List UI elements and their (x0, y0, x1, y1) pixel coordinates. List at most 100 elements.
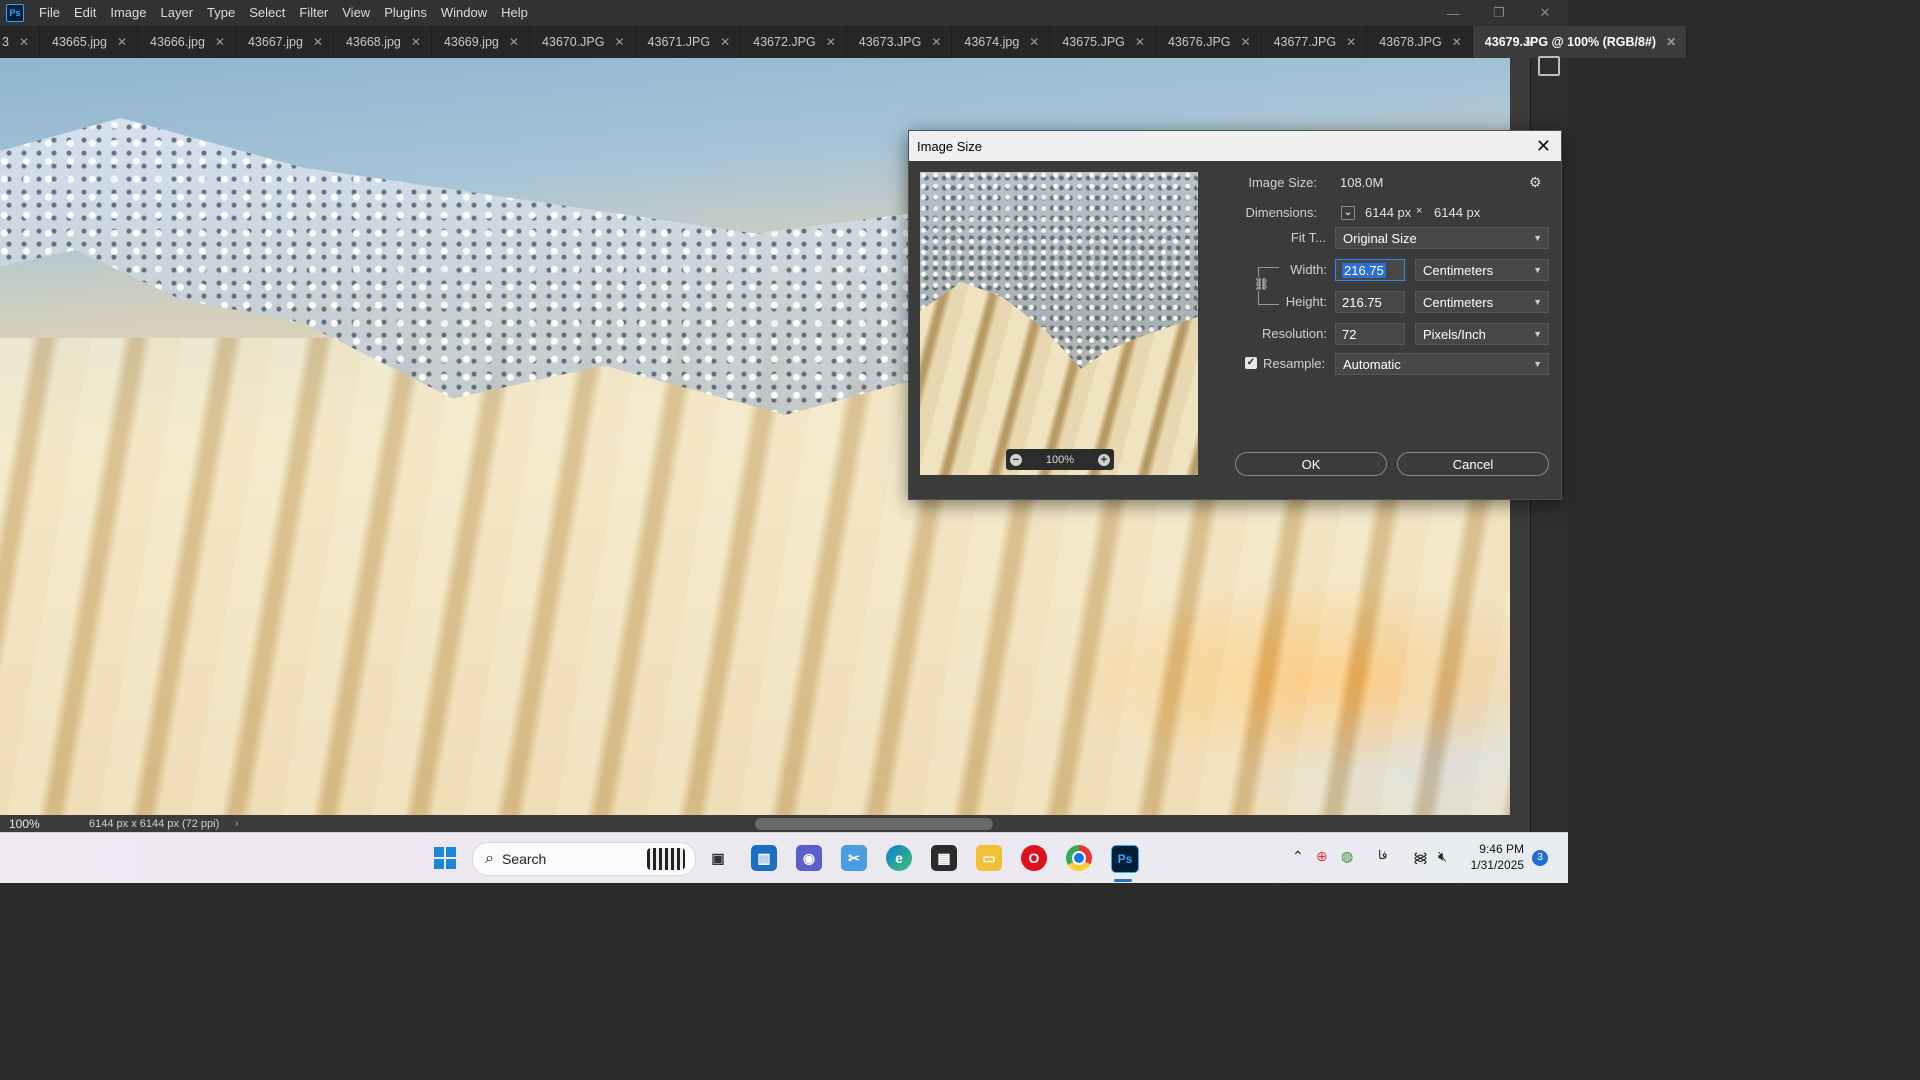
zoom-in-icon[interactable]: + (1097, 453, 1110, 466)
tab-document[interactable]: 43667.jpg ✕ (236, 26, 334, 58)
menu-help[interactable]: Help (494, 0, 535, 26)
close-icon[interactable]: ✕ (1452, 35, 1462, 49)
wifi-icon[interactable]: ᯼ (1413, 848, 1428, 867)
zoom-out-icon[interactable]: − (1010, 453, 1022, 466)
tab-document[interactable]: 43676.JPG ✕ (1156, 26, 1262, 58)
tab-document[interactable]: 43671.JPG ✕ (636, 26, 742, 58)
photoshop-taskbar-icon[interactable]: Ps (1111, 845, 1139, 873)
close-icon[interactable]: ✕ (1029, 35, 1039, 49)
menu-layer[interactable]: Layer (154, 0, 201, 26)
menu-plugins[interactable]: Plugins (377, 0, 434, 26)
menu-edit[interactable]: Edit (67, 0, 103, 26)
chrome-browser-icon[interactable] (1066, 845, 1092, 871)
menu-filter[interactable]: Filter (292, 0, 335, 26)
preview-image[interactable]: − 100% + (920, 172, 1198, 475)
height-input[interactable]: 216.75 (1335, 291, 1405, 313)
close-icon[interactable]: ✕ (931, 35, 941, 49)
tab-document[interactable]: 43670.JPG ✕ (530, 26, 636, 58)
tab-overflow-icon[interactable]: » (1524, 26, 1532, 58)
zoom-level[interactable]: 100% (0, 817, 69, 831)
task-view-icon[interactable]: ▣ (705, 845, 731, 871)
close-icon[interactable]: ✕ (1135, 35, 1145, 49)
horizontal-scrollbar-thumb[interactable] (755, 818, 993, 830)
volume-muted-icon[interactable]: 🔇︎ (1438, 848, 1447, 865)
tab-document[interactable]: 43674.jpg ✕ (952, 26, 1051, 58)
vpn-icon[interactable]: ⊕ (1316, 848, 1328, 865)
tab-label: 43670.JPG (541, 35, 605, 49)
snipping-tool-icon[interactable]: ✂ (841, 845, 867, 871)
tab-document[interactable]: 43673.JPG ✕ (847, 26, 953, 58)
tab-document[interactable]: 43672.JPG ✕ (741, 26, 847, 58)
photoshop-logo-icon[interactable]: Ps (6, 4, 24, 22)
microsoft-store-icon[interactable]: ▦ (931, 845, 957, 871)
resample-select[interactable]: Automatic ▼ (1335, 353, 1549, 375)
clock-time: 9:46 PM (1479, 842, 1524, 856)
tab-document[interactable]: 43677.JPG ✕ (1262, 26, 1368, 58)
chevron-up-icon[interactable]: ⌃ (1292, 848, 1304, 865)
width-unit-select[interactable]: Centimeters ▼ (1415, 259, 1549, 281)
close-icon[interactable]: ✕ (720, 35, 730, 49)
taskbar-search[interactable]: ⌕ Search (472, 842, 696, 876)
network-globe-icon[interactable]: ◍ (1341, 848, 1353, 865)
close-icon[interactable]: ✕ (19, 35, 29, 49)
system-clock[interactable]: 9:46 PM 1/31/2025 (1471, 841, 1524, 873)
close-icon[interactable]: ✕ (215, 35, 225, 49)
widgets-icon[interactable]: ▥ (751, 845, 777, 871)
menu-view[interactable]: View (335, 0, 377, 26)
tab-document[interactable]: 43665.jpg ✕ (40, 26, 138, 58)
menu-type[interactable]: Type (200, 0, 242, 26)
resample-value: Automatic (1343, 356, 1401, 372)
edge-browser-icon[interactable]: e (886, 845, 912, 871)
close-icon[interactable]: ✕ (117, 35, 127, 49)
minimize-icon[interactable]: — (1430, 0, 1476, 26)
menu-window[interactable]: Window (434, 0, 494, 26)
tab-document[interactable]: 43668.jpg ✕ (334, 26, 432, 58)
close-icon[interactable]: ✕ (1346, 35, 1356, 49)
tab-active-document[interactable]: 43679.JPG @ 100% (RGB/8#) ✕ (1472, 26, 1688, 58)
width-input[interactable]: 216.75 (1335, 259, 1405, 281)
close-window-icon[interactable]: ✕ (1522, 0, 1568, 26)
menu-image[interactable]: Image (103, 0, 153, 26)
close-icon[interactable]: ✕ (411, 35, 421, 49)
height-unit: Centimeters (1423, 294, 1494, 310)
close-icon[interactable]: ✕ (1666, 35, 1676, 49)
close-icon[interactable]: ✕ (1536, 135, 1551, 157)
tab-document[interactable]: 3 ✕ (0, 26, 41, 58)
close-icon[interactable]: ✕ (509, 35, 519, 49)
close-icon[interactable]: ✕ (614, 35, 624, 49)
close-icon[interactable]: ✕ (826, 35, 836, 49)
file-explorer-icon[interactable]: ▭ (976, 845, 1002, 871)
notification-badge[interactable]: 3 (1532, 850, 1548, 866)
language-indicator[interactable]: فا (1378, 848, 1387, 862)
close-icon[interactable]: ✕ (1241, 35, 1251, 49)
tab-label: 43672.JPG (753, 35, 816, 49)
close-icon[interactable]: ✕ (313, 35, 323, 49)
windows-start-icon[interactable] (432, 845, 458, 871)
zebra-search-highlight-icon (647, 848, 685, 870)
resample-checkbox[interactable]: ✓ (1245, 357, 1257, 369)
resolution-unit-select[interactable]: Pixels/Inch ▼ (1415, 323, 1549, 345)
chevron-right-icon[interactable]: › (235, 818, 239, 830)
tab-document[interactable]: 43675.JPG ✕ (1050, 26, 1156, 58)
restore-icon[interactable]: ❐ (1476, 0, 1522, 26)
fit-to-select[interactable]: Original Size ▼ (1335, 227, 1549, 249)
window-controls: — ❐ ✕ (1430, 0, 1568, 26)
ok-button[interactable]: OK (1235, 452, 1387, 476)
menu-select[interactable]: Select (242, 0, 292, 26)
search-label: Search (501, 851, 547, 867)
tab-document[interactable]: 43669.jpg ✕ (432, 26, 530, 58)
tab-document[interactable]: 43678.JPG ✕ (1367, 26, 1473, 58)
cancel-button[interactable]: Cancel (1397, 452, 1549, 476)
height-unit-select[interactable]: Centimeters ▼ (1415, 291, 1549, 313)
link-icon[interactable]: ⛓ (1254, 277, 1269, 291)
dimension-height: 6144 px (1434, 205, 1481, 220)
tab-document[interactable]: 43666.jpg ✕ (138, 26, 236, 58)
gear-icon[interactable]: ⚙ (1529, 174, 1542, 191)
menu-file[interactable]: File (32, 0, 67, 26)
opera-browser-icon[interactable]: O (1021, 845, 1047, 871)
teams-chat-icon[interactable]: ◉ (796, 845, 822, 871)
tab-label: 43678.JPG (1379, 35, 1442, 49)
dimensions-dropdown-icon[interactable]: ⌄ (1341, 206, 1355, 220)
resolution-input[interactable]: 72 (1335, 323, 1405, 345)
panel-toggle-icon[interactable] (1538, 56, 1560, 76)
